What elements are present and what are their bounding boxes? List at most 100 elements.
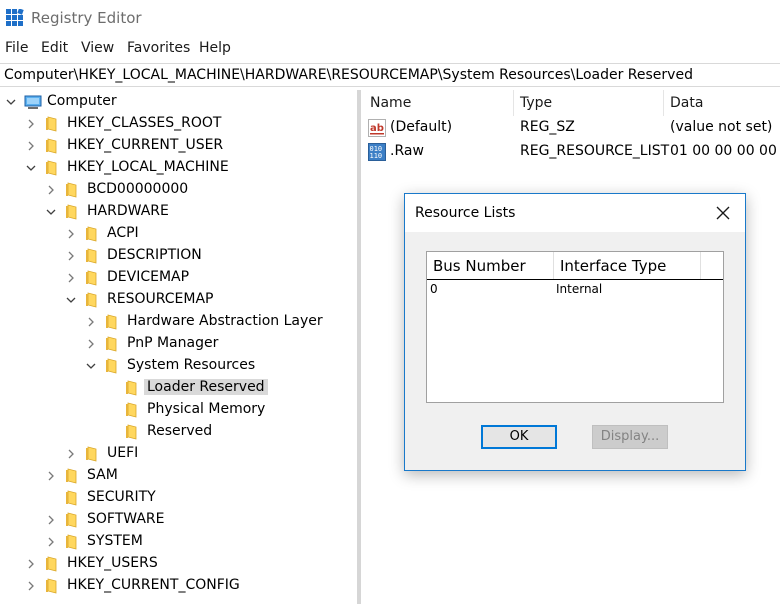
tree-node-label[interactable]: SECURITY: [84, 489, 159, 505]
chevron-right-icon[interactable]: [44, 513, 58, 527]
chevron-right-icon[interactable]: [24, 579, 38, 593]
tree-node-label[interactable]: Hardware Abstraction Layer: [124, 313, 326, 329]
column-header-name[interactable]: Name: [370, 95, 411, 111]
column-header-type[interactable]: Type: [520, 95, 552, 111]
tree-node-label[interactable]: SAM: [84, 467, 121, 483]
tree-node-label[interactable]: PnP Manager: [124, 335, 221, 351]
chevron-right-icon[interactable]: [64, 227, 78, 241]
svg-text:ab: ab: [370, 123, 384, 134]
chevron-down-icon[interactable]: [24, 161, 38, 175]
tree-node-label[interactable]: UEFI: [104, 445, 141, 461]
column-header-interface-type[interactable]: Interface Type: [560, 257, 666, 275]
tree-node-label[interactable]: HKEY_CURRENT_CONFIG: [64, 577, 243, 593]
menu-favorites[interactable]: Favorites: [127, 40, 190, 56]
resource-list-row[interactable]: 0 Internal: [427, 281, 723, 299]
column-header-data[interactable]: Data: [670, 95, 703, 111]
chevron-right-icon[interactable]: [64, 447, 78, 461]
tree-node-label[interactable]: ACPI: [104, 225, 142, 241]
tree-node[interactable]: HKEY_CURRENT_CONFIG: [0, 575, 357, 597]
registry-tree[interactable]: Computer HKEY_CLASSES_ROOT HKEY_CURRENT_US…: [0, 90, 357, 604]
tree-node[interactable]: HKEY_LOCAL_MACHINE: [0, 157, 357, 179]
tree-node[interactable]: HKEY_CURRENT_USER: [0, 135, 357, 157]
tree-node-label[interactable]: SOFTWARE: [84, 511, 168, 527]
menu-view[interactable]: View: [81, 40, 114, 56]
value-type: REG_SZ: [520, 119, 575, 135]
tree-node[interactable]: SYSTEM: [0, 531, 357, 553]
column-header-bus-number[interactable]: Bus Number: [433, 257, 526, 275]
tree-node-label[interactable]: RESOURCEMAP: [104, 291, 216, 307]
chevron-right-icon[interactable]: [24, 557, 38, 571]
column-divider[interactable]: [700, 252, 701, 279]
folder-icon: [124, 424, 140, 440]
tree-node[interactable]: SAM: [0, 465, 357, 487]
tree-node[interactable]: SECURITY: [0, 487, 357, 509]
tree-node[interactable]: HARDWARE: [0, 201, 357, 223]
tree-node[interactable]: UEFI: [0, 443, 357, 465]
tree-node[interactable]: PnP Manager: [0, 333, 357, 355]
tree-node[interactable]: BCD00000000: [0, 179, 357, 201]
chevron-right-icon[interactable]: [44, 183, 58, 197]
tree-node-label[interactable]: Reserved: [144, 423, 215, 439]
chevron-down-icon[interactable]: [4, 95, 18, 109]
folder-icon: [64, 204, 80, 220]
tree-node-label[interactable]: DEVICEMAP: [104, 269, 192, 285]
chevron-right-icon[interactable]: [44, 535, 58, 549]
folder-icon: [44, 116, 60, 132]
chevron-right-icon[interactable]: [64, 271, 78, 285]
chevron-down-icon[interactable]: [64, 293, 78, 307]
resource-list[interactable]: Bus Number Interface Type 0 Internal: [426, 251, 724, 403]
column-divider[interactable]: [553, 252, 554, 279]
chevron-right-icon[interactable]: [84, 337, 98, 351]
menu-file[interactable]: File: [5, 40, 28, 56]
tree-node[interactable]: RESOURCEMAP: [0, 289, 357, 311]
tree-node-label[interactable]: HKEY_CLASSES_ROOT: [64, 115, 224, 131]
column-divider[interactable]: [663, 90, 664, 116]
tree-node-label[interactable]: HKEY_LOCAL_MACHINE: [64, 159, 232, 175]
tree-node[interactable]: HKEY_CLASSES_ROOT: [0, 113, 357, 135]
tree-node-label[interactable]: HKEY_CURRENT_USER: [64, 137, 226, 153]
chevron-down-icon[interactable]: [84, 359, 98, 373]
menu-edit[interactable]: Edit: [41, 40, 68, 56]
tree-node[interactable]: Hardware Abstraction Layer: [0, 311, 357, 333]
value-row-raw[interactable]: 010 110 .Raw REG_RESOURCE_LIST 01 00 00 …: [361, 141, 780, 165]
tree-node[interactable]: DESCRIPTION: [0, 245, 357, 267]
value-type: REG_RESOURCE_LIST: [520, 143, 670, 159]
value-data: 01 00 00 00 00 00: [670, 143, 780, 159]
tree-node-label[interactable]: BCD00000000: [84, 181, 191, 197]
tree-node-label[interactable]: HKEY_USERS: [64, 555, 161, 571]
value-row-default[interactable]: ab (Default) REG_SZ (value not set): [361, 117, 780, 141]
close-icon[interactable]: [710, 202, 736, 224]
tree-node-label[interactable]: Computer: [44, 93, 120, 109]
svg-text:110: 110: [370, 152, 383, 160]
dialog-titlebar[interactable]: Resource Lists: [405, 194, 745, 232]
chevron-right-icon[interactable]: [24, 117, 38, 131]
chevron-right-icon[interactable]: [24, 139, 38, 153]
tree-node[interactable]: Physical Memory: [0, 399, 357, 421]
tree-node[interactable]: HKEY_USERS: [0, 553, 357, 575]
menu-bar: File Edit View Favorites Help: [0, 38, 780, 60]
dialog-title: Resource Lists: [415, 205, 516, 221]
chevron-right-icon[interactable]: [64, 249, 78, 263]
ok-button[interactable]: OK: [481, 425, 557, 449]
tree-node[interactable]: Loader Reserved: [0, 377, 357, 399]
tree-node-label[interactable]: SYSTEM: [84, 533, 146, 549]
tree-node[interactable]: ACPI: [0, 223, 357, 245]
address-bar[interactable]: Computer\HKEY_LOCAL_MACHINE\HARDWARE\RES…: [0, 63, 780, 87]
address-path[interactable]: Computer\HKEY_LOCAL_MACHINE\HARDWARE\RES…: [4, 67, 693, 83]
tree-node-label[interactable]: Physical Memory: [144, 401, 268, 417]
tree-node[interactable]: Computer: [0, 91, 357, 113]
tree-node-label[interactable]: Loader Reserved: [144, 379, 268, 395]
tree-node[interactable]: Reserved: [0, 421, 357, 443]
display-button[interactable]: Display...: [592, 425, 668, 449]
chevron-right-icon[interactable]: [44, 469, 58, 483]
tree-node-label[interactable]: DESCRIPTION: [104, 247, 205, 263]
tree-node[interactable]: DEVICEMAP: [0, 267, 357, 289]
tree-node[interactable]: System Resources: [0, 355, 357, 377]
menu-help[interactable]: Help: [199, 40, 231, 56]
tree-node-label[interactable]: HARDWARE: [84, 203, 172, 219]
chevron-right-icon[interactable]: [84, 315, 98, 329]
tree-node[interactable]: SOFTWARE: [0, 509, 357, 531]
chevron-down-icon[interactable]: [44, 205, 58, 219]
column-divider[interactable]: [513, 90, 514, 116]
tree-node-label[interactable]: System Resources: [124, 357, 258, 373]
